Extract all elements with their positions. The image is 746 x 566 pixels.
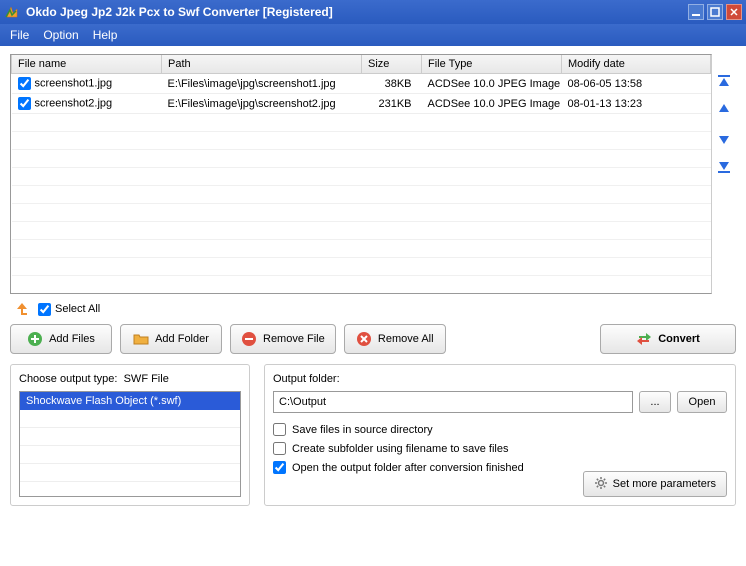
output-type-option-selected[interactable]: Shockwave Flash Object (*.swf) bbox=[20, 392, 240, 410]
create-subfolder-checkbox[interactable] bbox=[273, 442, 286, 455]
file-type: ACDSee 10.0 JPEG Image bbox=[422, 74, 562, 94]
file-date: 08-06-05 13:58 bbox=[562, 74, 711, 94]
file-checkbox[interactable] bbox=[18, 97, 31, 110]
move-up-icon[interactable] bbox=[716, 102, 732, 118]
convert-button[interactable]: Convert bbox=[600, 324, 736, 354]
file-checkbox[interactable] bbox=[18, 77, 31, 90]
file-path: E:\Files\image\jpg\screenshot1.jpg bbox=[162, 74, 362, 94]
move-top-icon[interactable] bbox=[716, 74, 732, 90]
output-folder-input[interactable] bbox=[273, 391, 633, 413]
menu-option[interactable]: Option bbox=[43, 28, 78, 42]
col-header-date[interactable]: Modify date bbox=[562, 55, 711, 74]
gear-icon bbox=[594, 476, 608, 493]
file-size: 231KB bbox=[362, 94, 422, 114]
move-down-icon[interactable] bbox=[716, 130, 732, 146]
remove-all-button[interactable]: Remove All bbox=[344, 324, 446, 354]
plus-icon bbox=[27, 331, 43, 347]
folder-icon bbox=[133, 331, 149, 347]
file-type: ACDSee 10.0 JPEG Image bbox=[422, 94, 562, 114]
file-date: 08-01-13 13:23 bbox=[562, 94, 711, 114]
output-type-list[interactable]: Shockwave Flash Object (*.swf) bbox=[19, 391, 241, 497]
add-folder-button[interactable]: Add Folder bbox=[120, 324, 222, 354]
create-subfolder-label: Create subfolder using filename to save … bbox=[292, 443, 508, 455]
file-row[interactable]: screenshot1.jpg E:\Files\image\jpg\scree… bbox=[12, 74, 711, 94]
select-all-checkbox[interactable] bbox=[38, 303, 51, 316]
maximize-button[interactable] bbox=[707, 4, 723, 20]
output-folder-panel: Output folder: ... Open Save files in so… bbox=[264, 364, 736, 506]
menu-help[interactable]: Help bbox=[93, 28, 118, 42]
select-all-label[interactable]: Select All bbox=[38, 303, 100, 316]
open-after-checkbox[interactable] bbox=[273, 461, 286, 474]
output-folder-label: Output folder: bbox=[273, 373, 727, 385]
menubar: File Option Help bbox=[0, 24, 746, 46]
reorder-arrows bbox=[712, 54, 736, 294]
output-type-panel: Choose output type: SWF File Shockwave F… bbox=[10, 364, 250, 506]
menu-file[interactable]: File bbox=[10, 28, 29, 42]
convert-icon bbox=[636, 331, 652, 347]
save-in-source-label: Save files in source directory bbox=[292, 424, 433, 436]
col-header-type[interactable]: File Type bbox=[422, 55, 562, 74]
move-bottom-icon[interactable] bbox=[716, 158, 732, 174]
file-path: E:\Files\image\jpg\screenshot2.jpg bbox=[162, 94, 362, 114]
browse-button[interactable]: ... bbox=[639, 391, 671, 413]
add-files-button[interactable]: Add Files bbox=[10, 324, 112, 354]
col-header-path[interactable]: Path bbox=[162, 55, 362, 74]
file-row[interactable]: screenshot2.jpg E:\Files\image\jpg\scree… bbox=[12, 94, 711, 114]
file-name: screenshot1.jpg bbox=[35, 77, 113, 89]
remove-all-icon bbox=[356, 331, 372, 347]
col-header-name[interactable]: File name bbox=[12, 55, 162, 74]
app-logo-icon bbox=[4, 4, 20, 20]
window-title: Okdo Jpeg Jp2 J2k Pcx to Swf Converter [… bbox=[26, 5, 333, 19]
minus-icon bbox=[241, 331, 257, 347]
more-parameters-button[interactable]: Set more parameters bbox=[583, 471, 727, 497]
close-button[interactable] bbox=[726, 4, 742, 20]
remove-file-button[interactable]: Remove File bbox=[230, 324, 336, 354]
col-header-size[interactable]: Size bbox=[362, 55, 422, 74]
file-name: screenshot2.jpg bbox=[35, 97, 113, 109]
open-after-label: Open the output folder after conversion … bbox=[292, 462, 524, 474]
output-type-label: Choose output type: SWF File bbox=[19, 373, 241, 385]
file-list[interactable]: File name Path Size File Type Modify dat… bbox=[10, 54, 712, 294]
up-arrow-icon bbox=[14, 302, 30, 316]
file-size: 38KB bbox=[362, 74, 422, 94]
minimize-button[interactable] bbox=[688, 4, 704, 20]
save-in-source-checkbox[interactable] bbox=[273, 423, 286, 436]
titlebar: Okdo Jpeg Jp2 J2k Pcx to Swf Converter [… bbox=[0, 0, 746, 24]
open-folder-button[interactable]: Open bbox=[677, 391, 727, 413]
